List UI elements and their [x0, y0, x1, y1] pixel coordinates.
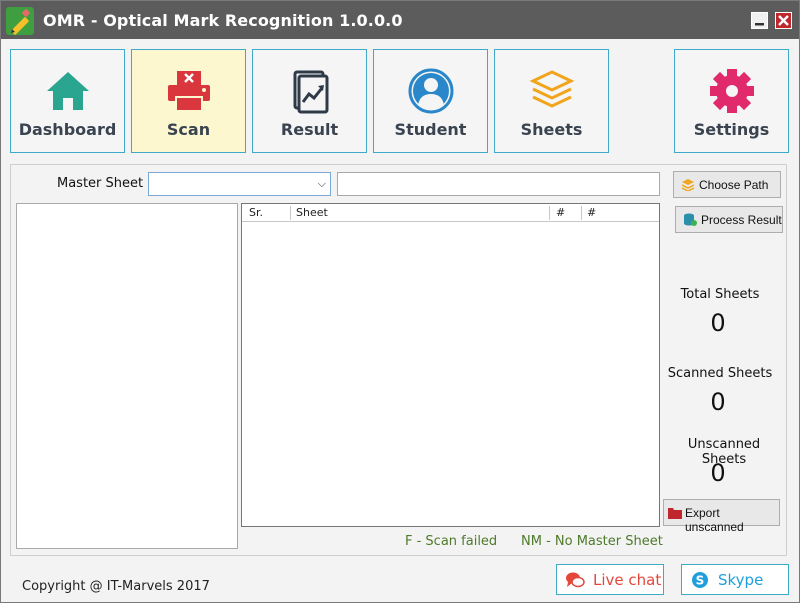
- legend-no-master: NM - No Master Sheet: [521, 534, 663, 549]
- nav-scan-label: Scan: [166, 120, 211, 139]
- legend-scan-failed: F - Scan failed: [405, 534, 498, 549]
- nav-settings-button[interactable]: Settings: [674, 49, 789, 153]
- nav-student-label: Student: [394, 120, 467, 139]
- column-header-sr[interactable]: Sr.: [249, 206, 263, 219]
- nav-dashboard-button[interactable]: Dashboard: [10, 49, 125, 153]
- skype-button[interactable]: S Skype: [681, 564, 789, 595]
- stack-layers-icon: [681, 179, 695, 191]
- column-header-sheet[interactable]: Sheet: [296, 206, 328, 219]
- nav-sheets-button[interactable]: Sheets: [494, 49, 609, 153]
- copyright-text: Copyright @ IT-Marvels 2017: [22, 579, 210, 594]
- master-sheet-select[interactable]: ⌵: [148, 172, 331, 196]
- nav-scan-button[interactable]: Scan: [131, 49, 246, 153]
- nav-sheets-label: Sheets: [520, 120, 583, 139]
- stack-layers-icon: [529, 70, 575, 108]
- home-icon: [47, 72, 89, 110]
- app-window: OMR - Optical Mark Recognition 1.0.0.0 D…: [0, 0, 800, 603]
- total-sheets-value: 0: [710, 309, 726, 337]
- svg-text:S: S: [696, 574, 705, 588]
- close-button[interactable]: [775, 12, 792, 29]
- scanned-sheets-value: 0: [710, 388, 726, 416]
- master-sheet-label: Master Sheet :: [57, 176, 152, 191]
- nav-result-label: Result: [280, 120, 339, 139]
- nav-student-button[interactable]: Student: [373, 49, 488, 153]
- total-sheets-label: Total Sheets: [680, 287, 760, 302]
- nav-dashboard-label: Dashboard: [18, 120, 117, 139]
- live-chat-label: Live chat: [593, 571, 662, 589]
- export-unscanned-button[interactable]: Export unscanned: [663, 499, 780, 534]
- gear-icon: [710, 69, 754, 113]
- live-chat-button[interactable]: Live chat: [556, 564, 664, 595]
- nav-settings-label: Settings: [693, 120, 770, 139]
- sheets-grid[interactable]: Sr. Sheet # #: [241, 203, 660, 527]
- export-unscanned-label: Export unscanned: [685, 506, 744, 534]
- choose-path-label: Choose Path: [699, 178, 769, 192]
- user-avatar-icon: [408, 68, 454, 114]
- skype-label: Skype: [718, 571, 764, 589]
- choose-path-button[interactable]: Choose Path: [673, 171, 781, 198]
- sheet-preview-list[interactable]: [16, 203, 238, 549]
- folder-icon: [668, 508, 682, 519]
- pencil-icon: [6, 7, 34, 35]
- column-header-hash-2[interactable]: #: [587, 206, 596, 219]
- chart-document-icon: [293, 70, 329, 114]
- path-input[interactable]: [337, 172, 660, 196]
- printer-error-icon: [168, 71, 210, 112]
- window-title: OMR - Optical Mark Recognition 1.0.0.0: [43, 11, 403, 30]
- database-icon: [684, 213, 697, 226]
- process-result-label: Process Result: [701, 213, 782, 227]
- nav-result-button[interactable]: Result: [252, 49, 367, 153]
- unscanned-sheets-value: 0: [710, 459, 726, 487]
- minimize-button[interactable]: [751, 12, 768, 29]
- chevron-down-icon: ⌵: [317, 178, 326, 190]
- scanned-sheets-label: Scanned Sheets: [667, 366, 773, 381]
- process-result-button[interactable]: Process Result: [675, 206, 783, 233]
- skype-icon: S: [692, 572, 708, 588]
- column-header-hash-1[interactable]: #: [556, 206, 565, 219]
- chat-bubbles-icon: [566, 572, 585, 588]
- title-bar[interactable]: OMR - Optical Mark Recognition 1.0.0.0: [1, 1, 799, 39]
- grid-header: Sr. Sheet # #: [242, 204, 659, 222]
